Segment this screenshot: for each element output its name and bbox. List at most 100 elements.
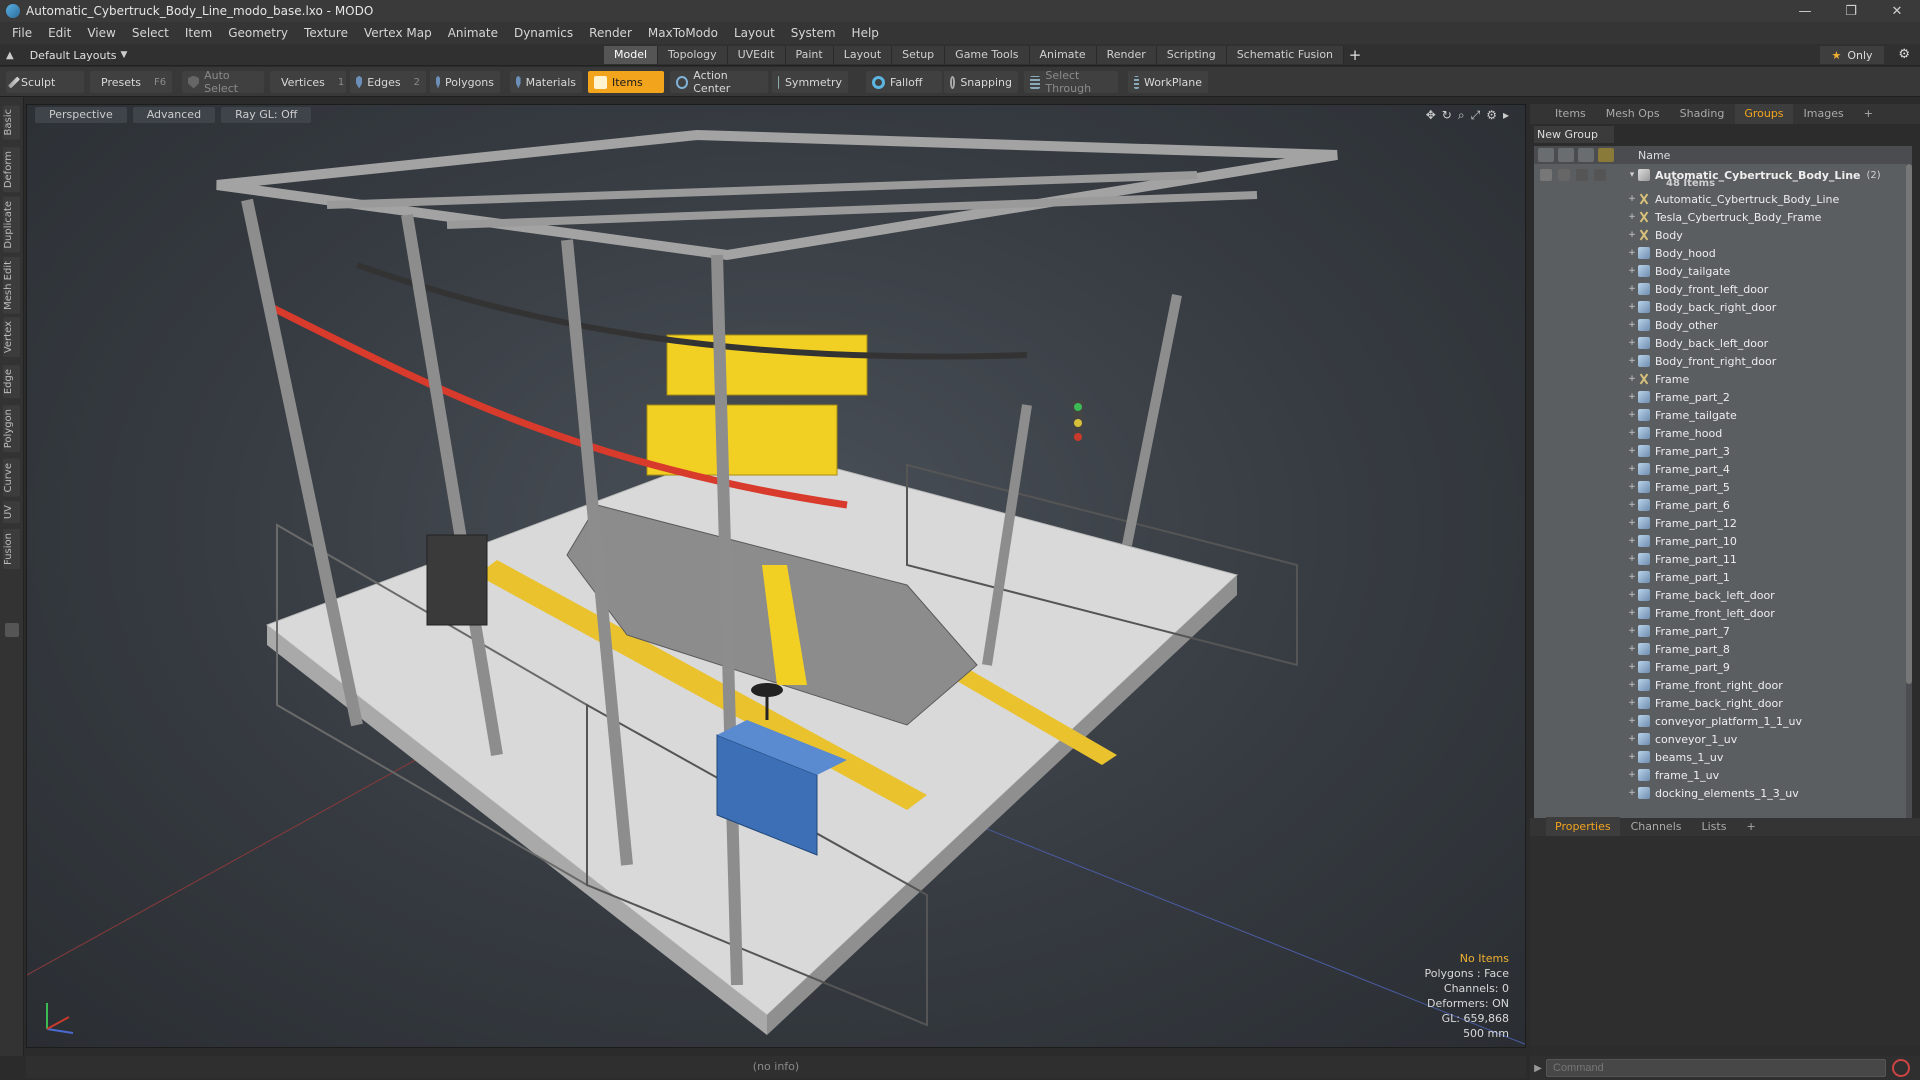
expand-icon[interactable]: + bbox=[1626, 482, 1638, 492]
vtab-mesh-edit[interactable]: Mesh Edit bbox=[3, 257, 20, 314]
expand-icon[interactable]: + bbox=[1626, 230, 1638, 240]
tab-properties[interactable]: Properties bbox=[1546, 817, 1620, 837]
select-through-button[interactable]: Select Through bbox=[1024, 69, 1118, 95]
tab-groups[interactable]: Groups bbox=[1735, 104, 1793, 124]
tree-item-row[interactable]: + Frame_part_10 bbox=[1534, 532, 1912, 550]
tree-item-row[interactable]: + Automatic_Cybertruck_Body_Line bbox=[1534, 190, 1912, 208]
only-button[interactable]: ★ Only bbox=[1820, 46, 1884, 64]
select-header-icon[interactable] bbox=[1598, 148, 1614, 162]
tree-item-row[interactable]: + Frame_part_9 bbox=[1534, 658, 1912, 676]
tab-game-tools[interactable]: Game Tools bbox=[945, 46, 1030, 64]
fit-icon[interactable]: ⤢ bbox=[1471, 108, 1481, 123]
render-header-icon[interactable] bbox=[1558, 148, 1574, 162]
shading-mode-button[interactable]: Advanced bbox=[132, 107, 216, 123]
expand-icon[interactable]: + bbox=[1626, 662, 1638, 672]
menu-select[interactable]: Select bbox=[124, 22, 177, 44]
tree-item-row[interactable]: + Frame_part_12 bbox=[1534, 514, 1912, 532]
items-button[interactable]: Items bbox=[588, 71, 664, 93]
tree-item-row[interactable]: + Frame bbox=[1534, 370, 1912, 388]
tree-item-row[interactable]: + Frame_part_6 bbox=[1534, 496, 1912, 514]
vtab-fusion[interactable]: Fusion bbox=[3, 529, 20, 569]
menu-file[interactable]: File bbox=[4, 22, 40, 44]
expand-icon[interactable]: + bbox=[1626, 446, 1638, 456]
tab-images[interactable]: Images bbox=[1795, 104, 1853, 124]
tree-item-row[interactable]: + Frame_part_1 bbox=[1534, 568, 1912, 586]
expand-icon[interactable]: + bbox=[1626, 680, 1638, 690]
expand-icon[interactable]: + bbox=[1626, 536, 1638, 546]
vtab-edge[interactable]: Edge bbox=[3, 365, 20, 399]
expand-icon[interactable]: + bbox=[1626, 500, 1638, 510]
polygons-button[interactable]: Polygons bbox=[430, 71, 500, 93]
menu-system[interactable]: System bbox=[783, 22, 844, 44]
presets-button[interactable]: Presets F6 bbox=[90, 71, 172, 93]
tree-item-row[interactable]: + Frame_part_3 bbox=[1534, 442, 1912, 460]
expand-icon[interactable]: + bbox=[1626, 734, 1638, 744]
expand-icon[interactable]: + bbox=[1626, 248, 1638, 258]
tab-animate[interactable]: Animate bbox=[1029, 46, 1097, 64]
menu-render[interactable]: Render bbox=[581, 22, 640, 44]
add-props-tab-icon[interactable]: + bbox=[1737, 817, 1764, 837]
menu-animate[interactable]: Animate bbox=[440, 22, 506, 44]
expand-icon[interactable]: + bbox=[1626, 428, 1638, 438]
vtab-vertex[interactable]: Vertex bbox=[3, 317, 20, 358]
tree-item-row[interactable]: + conveyor_1_uv bbox=[1534, 730, 1912, 748]
minimize-button[interactable]: — bbox=[1782, 0, 1828, 22]
tree-item-row[interactable]: + Frame_tailgate bbox=[1534, 406, 1912, 424]
tree-item-row[interactable]: + Body_hood bbox=[1534, 244, 1912, 262]
menu-geometry[interactable]: Geometry bbox=[220, 22, 296, 44]
tree-item-row[interactable]: + Frame_hood bbox=[1534, 424, 1912, 442]
tree-item-row[interactable]: + Body_front_left_door bbox=[1534, 280, 1912, 298]
tree-item-row[interactable]: + Body_front_right_door bbox=[1534, 352, 1912, 370]
menu-item[interactable]: Item bbox=[177, 22, 220, 44]
expand-icon[interactable]: + bbox=[1626, 338, 1638, 348]
menu-texture[interactable]: Texture bbox=[296, 22, 356, 44]
viewport-menu-arrow-icon[interactable]: ▸ bbox=[1503, 108, 1509, 123]
tree-item-row[interactable]: + Frame_part_11 bbox=[1534, 550, 1912, 568]
tree-item-row[interactable]: + Frame_front_right_door bbox=[1534, 676, 1912, 694]
close-button[interactable]: ✕ bbox=[1874, 0, 1920, 22]
expand-icon[interactable]: + bbox=[1626, 392, 1638, 402]
expand-icon[interactable]: + bbox=[1626, 626, 1638, 636]
vtab-uv[interactable]: UV bbox=[3, 501, 20, 524]
vtab-duplicate[interactable]: Duplicate bbox=[3, 197, 20, 253]
snapping-button[interactable]: Snapping bbox=[944, 71, 1018, 93]
tab-shading[interactable]: Shading bbox=[1671, 104, 1734, 124]
tab-schematic-fusion[interactable]: Schematic Fusion bbox=[1226, 46, 1345, 64]
menu-dynamics[interactable]: Dynamics bbox=[506, 22, 581, 44]
tab-uvedit[interactable]: UVEdit bbox=[727, 46, 786, 64]
tree-item-row[interactable]: + Tesla_Cybertruck_Body_Frame bbox=[1534, 208, 1912, 226]
eye-icon[interactable] bbox=[1540, 169, 1552, 181]
tree-item-row[interactable]: + Body_other bbox=[1534, 316, 1912, 334]
tree-item-row[interactable]: + Body_tailgate bbox=[1534, 262, 1912, 280]
root-group-row[interactable]: ▾ Automatic_Cybertruck_Body_Line (2) 48 … bbox=[1534, 164, 1912, 189]
tree-item-row[interactable]: + frame_1_uv bbox=[1534, 766, 1912, 784]
palette-toggle-icon[interactable] bbox=[5, 623, 19, 637]
tree-item-row[interactable]: + Frame_back_left_door bbox=[1534, 586, 1912, 604]
expand-icon[interactable]: + bbox=[1626, 194, 1638, 204]
tab-topology[interactable]: Topology bbox=[658, 46, 728, 64]
tree-item-row[interactable]: + Frame_part_4 bbox=[1534, 460, 1912, 478]
tab-channels[interactable]: Channels bbox=[1622, 817, 1691, 837]
tree-item-row[interactable]: + Body bbox=[1534, 226, 1912, 244]
add-panel-tab-icon[interactable]: + bbox=[1855, 104, 1882, 124]
expand-icon[interactable]: + bbox=[1626, 518, 1638, 528]
tab-layout[interactable]: Layout bbox=[833, 46, 893, 64]
new-group-button[interactable]: New Group bbox=[1534, 126, 1614, 143]
expand-icon[interactable]: + bbox=[1626, 590, 1638, 600]
tab-render[interactable]: Render bbox=[1096, 46, 1157, 64]
expand-icon[interactable]: + bbox=[1626, 302, 1638, 312]
tab-model[interactable]: Model bbox=[604, 46, 659, 64]
vertices-button[interactable]: Vertices 1 bbox=[270, 71, 346, 93]
menu-vertex-map[interactable]: Vertex Map bbox=[356, 22, 440, 44]
layout-selector[interactable]: ▲ Default Layouts ▼ bbox=[6, 44, 127, 66]
3d-viewport[interactable]: Perspective Advanced Ray GL: Off ✥ ↻ ⌕ ⤢… bbox=[26, 104, 1526, 1048]
render-icon[interactable] bbox=[1558, 169, 1570, 181]
materials-button[interactable]: Materials bbox=[510, 71, 582, 93]
menu-maxtomodo[interactable]: MaxToModo bbox=[640, 22, 726, 44]
expand-icon[interactable]: + bbox=[1626, 572, 1638, 582]
tree-item-row[interactable]: + beams_1_uv bbox=[1534, 748, 1912, 766]
menu-layout[interactable]: Layout bbox=[726, 22, 783, 44]
expand-icon[interactable]: + bbox=[1626, 464, 1638, 474]
rotate-icon[interactable]: ↻ bbox=[1442, 108, 1452, 123]
workplane-button[interactable]: WorkPlane bbox=[1128, 71, 1208, 93]
